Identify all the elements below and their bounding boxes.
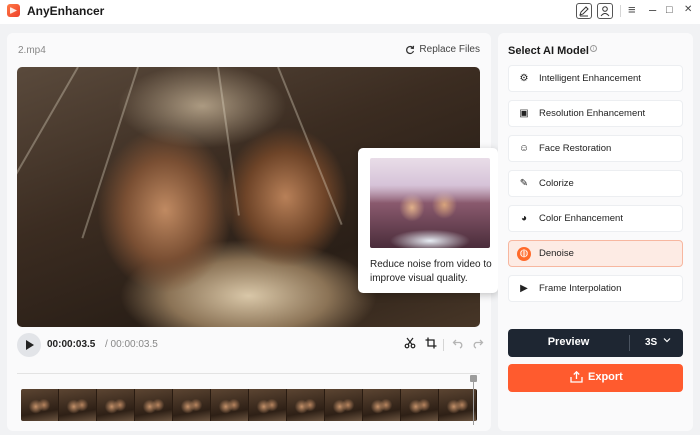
- account-icon[interactable]: [597, 3, 613, 19]
- model-panel: Select AI Model i ⚙ Intelligent Enhancemen…: [498, 33, 693, 431]
- tent-fold: [277, 67, 343, 225]
- close-icon[interactable]: ✕: [684, 2, 692, 18]
- current-time: 00:00:03.5: [47, 339, 96, 350]
- model-item-denoise[interactable]: ◍ Denoise: [508, 240, 683, 267]
- replace-files-button[interactable]: Replace Files: [405, 44, 480, 55]
- tooltip-description: Reduce noise from video to improve visua…: [370, 259, 492, 284]
- model-item-resolution-enhancement[interactable]: ▣ Resolution Enhancement: [508, 100, 683, 127]
- timeline-frame: [21, 389, 59, 421]
- denoise-icon: ◍: [517, 246, 531, 261]
- model-tooltip: Reduce noise from video to improve visua…: [358, 148, 498, 293]
- tent-fold: [17, 67, 79, 241]
- redo-icon[interactable]: [470, 337, 486, 353]
- playback-controls: 00:00:03.5 / 00:00:03.5: [17, 333, 484, 359]
- preview-label: Preview: [547, 336, 590, 348]
- timeline-frame: [211, 389, 249, 421]
- info-icon[interactable]: i: [589, 45, 597, 52]
- file-name: 2.mp4: [18, 45, 46, 56]
- export-button[interactable]: Export: [508, 364, 683, 392]
- tooltip-preview-image: [370, 158, 490, 248]
- app-title: AnyEnhancer: [27, 4, 105, 18]
- panel-title-text: Select AI Model: [508, 45, 589, 57]
- model-item-intelligent-enhancement[interactable]: ⚙ Intelligent Enhancement: [508, 65, 683, 92]
- timeline-frame: [97, 389, 135, 421]
- total-time: / 00:00:03.5: [105, 339, 158, 350]
- timeline-frame: [249, 389, 287, 421]
- menu-icon[interactable]: ≡: [628, 2, 636, 18]
- app-logo-icon: [7, 4, 20, 17]
- model-item-face-restoration[interactable]: ☺ Face Restoration: [508, 135, 683, 162]
- model-label: Colorize: [539, 178, 574, 189]
- crop-icon[interactable]: [423, 337, 439, 353]
- model-item-colorize[interactable]: ✎ Colorize: [508, 170, 683, 197]
- edit-feedback-icon[interactable]: [576, 3, 592, 19]
- timeline-frame: [439, 389, 477, 421]
- tent-fold: [81, 67, 139, 239]
- timeline-filmstrip[interactable]: [21, 389, 477, 421]
- timeline-frame: [287, 389, 325, 421]
- preview-divider: [629, 335, 630, 351]
- chevron-down-icon[interactable]: [663, 336, 671, 346]
- export-icon: [569, 370, 583, 384]
- scissors-icon[interactable]: [402, 337, 418, 353]
- playhead-handle[interactable]: [470, 375, 477, 382]
- timeline-frame: [325, 389, 363, 421]
- timeline-frame: [173, 389, 211, 421]
- model-label: Denoise: [539, 248, 574, 259]
- preview-button[interactable]: Preview 3S: [508, 329, 683, 357]
- colorize-icon: ✎: [519, 177, 529, 189]
- minimize-icon[interactable]: –: [649, 2, 656, 18]
- main-area: 2.mp4 Replace Files 00:00:03.5 / 00:00:0…: [0, 24, 700, 435]
- timeline-frame: [401, 389, 439, 421]
- model-label: Frame Interpolation: [539, 283, 622, 294]
- face-icon: ☺: [518, 142, 530, 154]
- refresh-icon: [406, 45, 415, 54]
- maximize-icon[interactable]: □: [666, 2, 673, 18]
- replace-files-label: Replace Files: [419, 44, 480, 55]
- playhead[interactable]: [473, 377, 474, 425]
- robot-icon: ⚙: [519, 72, 529, 84]
- titlebar-divider: [620, 5, 621, 17]
- resolution-icon: ▣: [519, 107, 529, 119]
- panel-title: Select AI Model i: [508, 45, 597, 57]
- model-label: Resolution Enhancement: [539, 108, 646, 119]
- play-button[interactable]: [17, 333, 41, 357]
- frame-interpolation-icon: ▶: [520, 282, 528, 294]
- palette-icon: ◕: [520, 212, 528, 224]
- model-label: Intelligent Enhancement: [539, 73, 641, 84]
- preview-duration-select[interactable]: 3S: [645, 337, 657, 348]
- timeline-frame: [59, 389, 97, 421]
- model-item-frame-interpolation[interactable]: ▶ Frame Interpolation: [508, 275, 683, 302]
- timeline-track: [17, 373, 480, 374]
- timeline-frame: [363, 389, 401, 421]
- title-bar: AnyEnhancer ≡ – □ ✕: [0, 0, 700, 24]
- model-label: Face Restoration: [539, 143, 612, 154]
- model-item-color-enhancement[interactable]: ◕ Color Enhancement: [508, 205, 683, 232]
- timeline-frame: [135, 389, 173, 421]
- tent-fold: [217, 67, 240, 216]
- undo-icon[interactable]: [450, 337, 466, 353]
- export-label: Export: [588, 371, 623, 383]
- controls-divider: [443, 339, 444, 351]
- model-label: Color Enhancement: [539, 213, 623, 224]
